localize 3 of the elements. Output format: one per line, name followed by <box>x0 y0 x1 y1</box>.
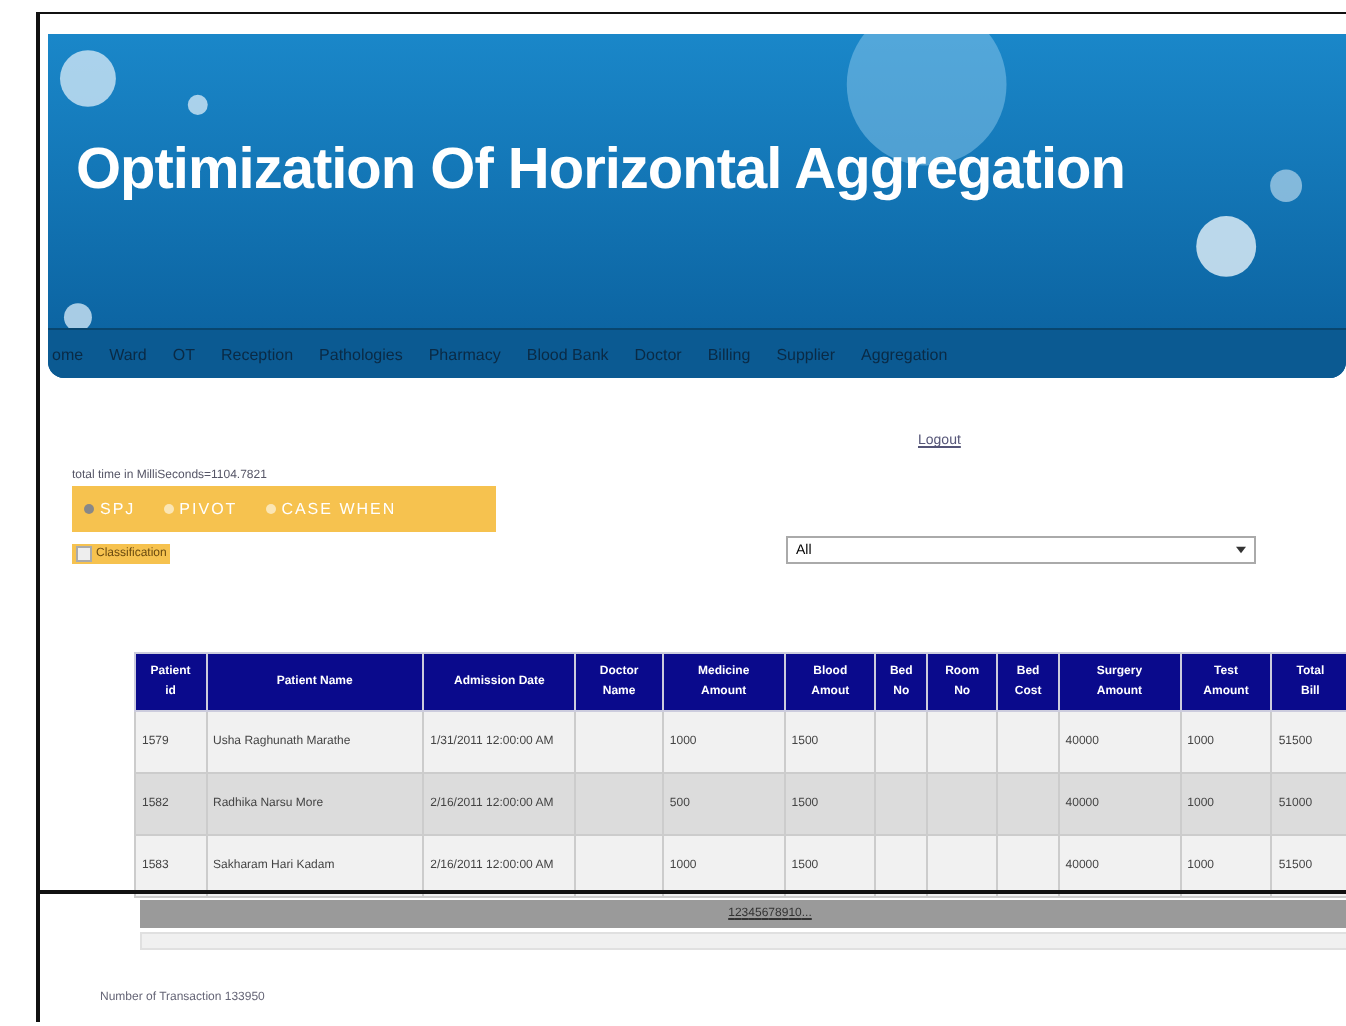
caret-icon <box>1236 546 1246 554</box>
horizontal-scrollbar[interactable] <box>140 932 1346 950</box>
site-title: Optimization Of Horizontal Aggregation <box>76 138 1125 204</box>
